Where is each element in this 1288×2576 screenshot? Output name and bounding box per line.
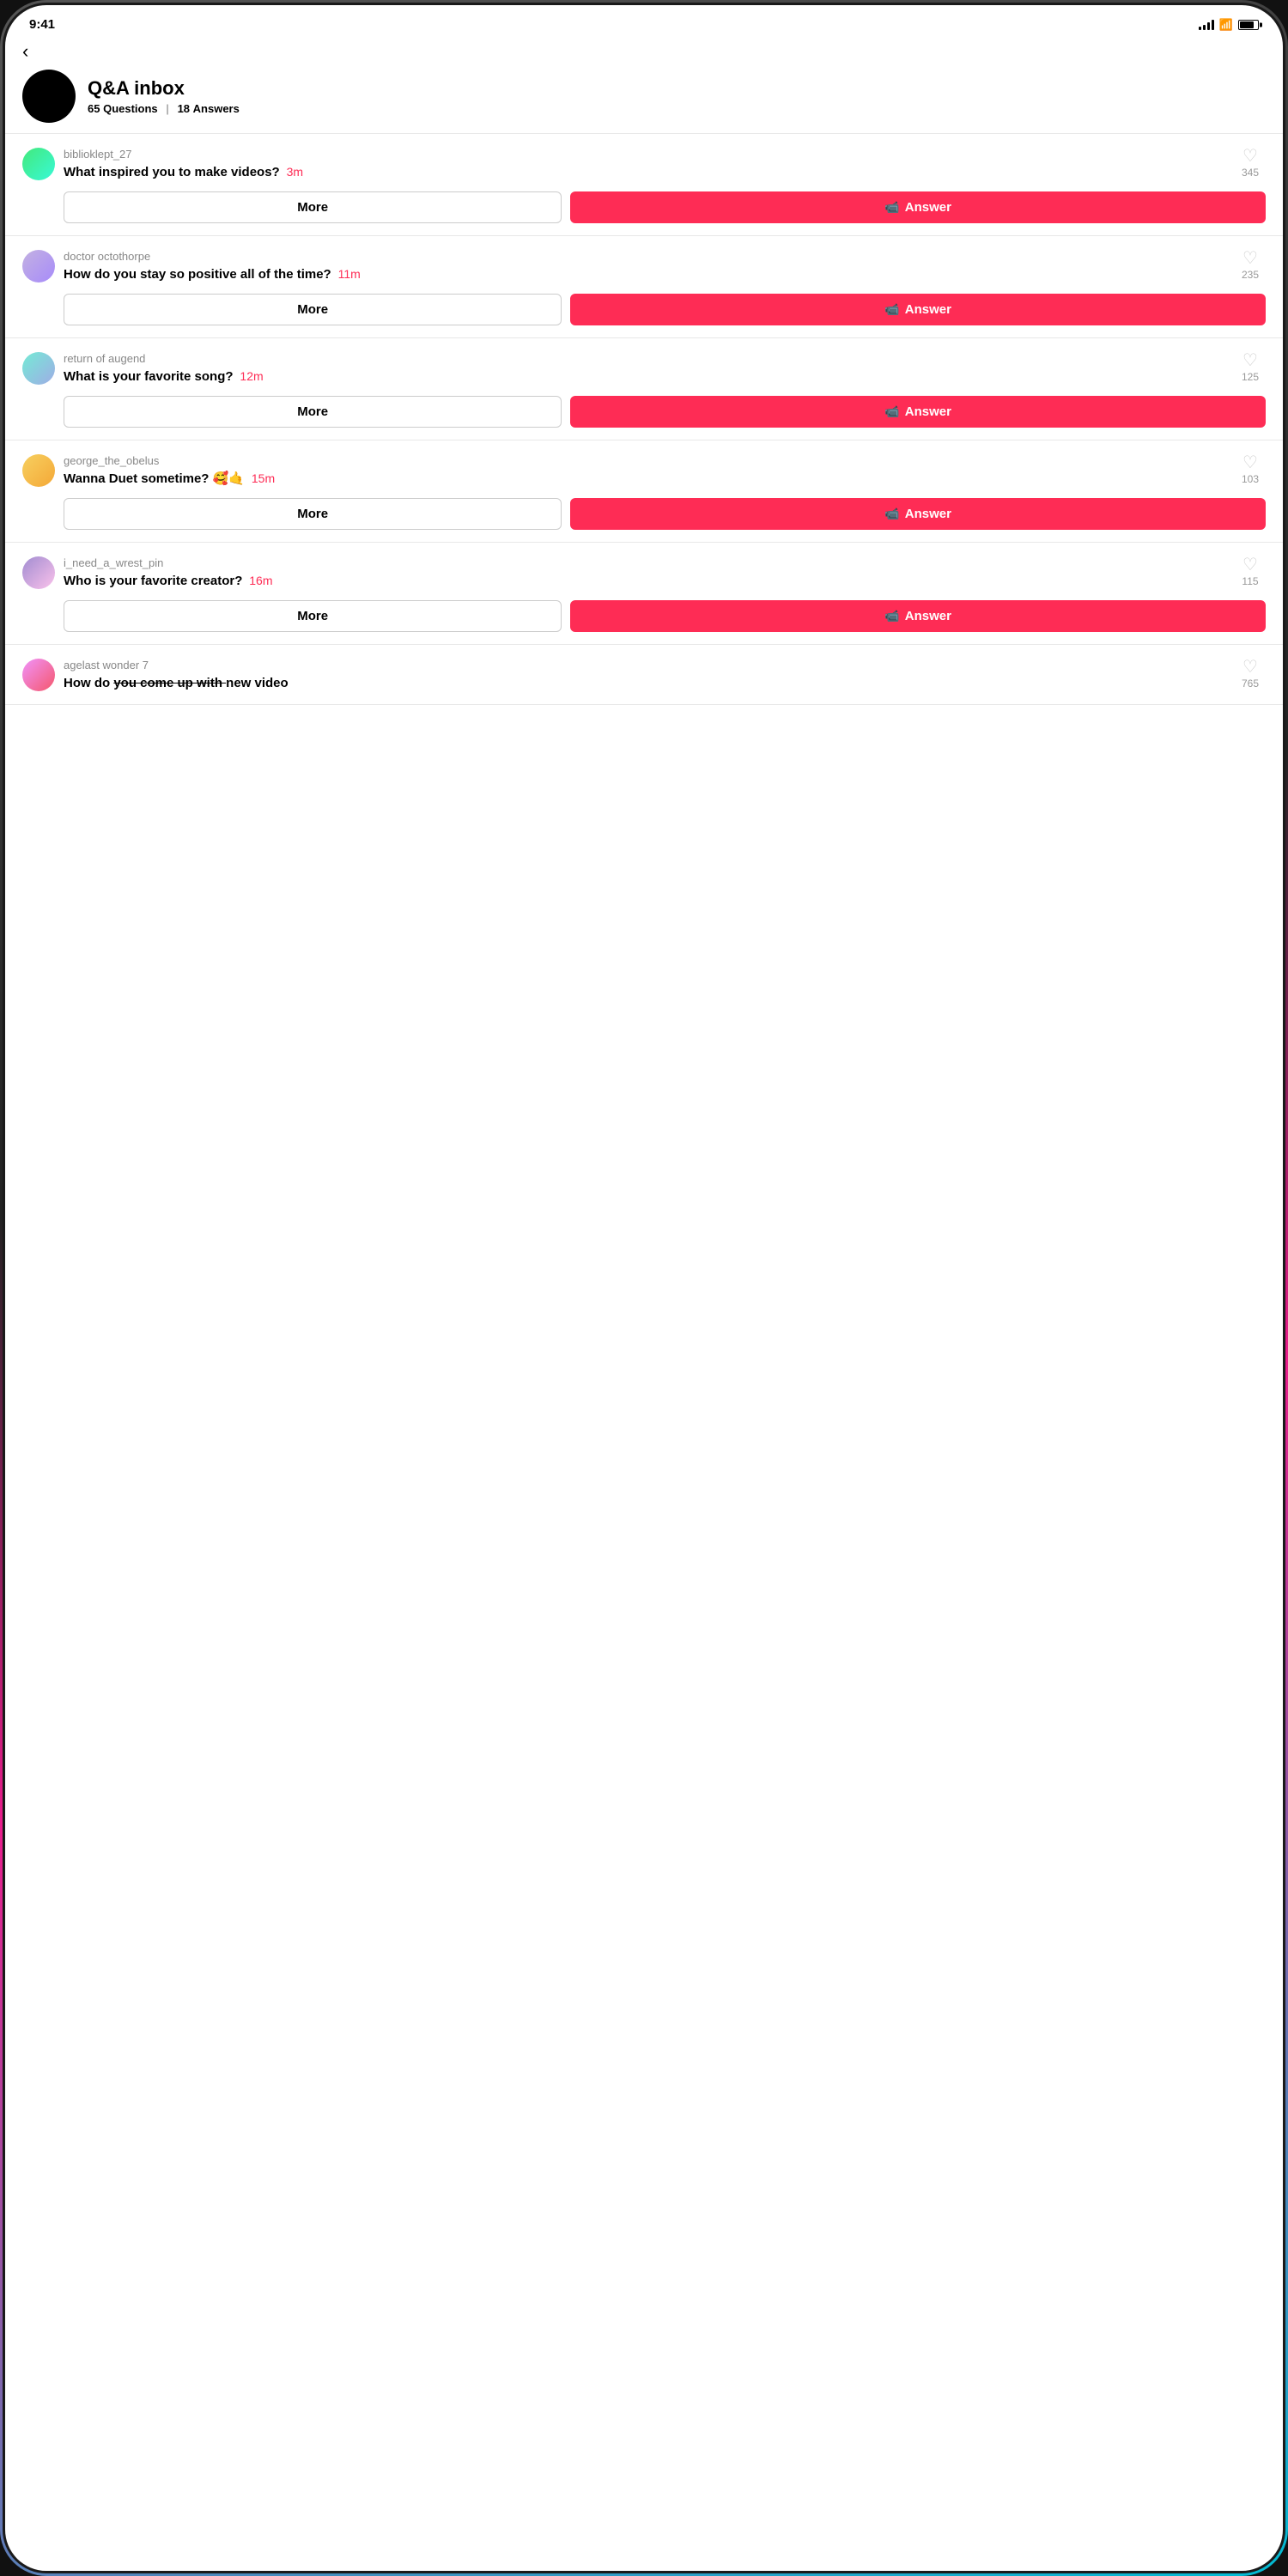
answer-button[interactable]: 📹 Answer	[570, 294, 1266, 325]
back-button[interactable]: ‹	[5, 35, 1283, 64]
username: agelast wonder 7	[64, 659, 1224, 671]
question-text: How do you stay so positive all of the t…	[64, 265, 1224, 283]
question-text: Who is your favorite creator? 16m	[64, 572, 1224, 590]
answer-button[interactable]: 📹 Answer	[570, 600, 1266, 632]
header-stats: 65 Questions | 18 Answers	[88, 102, 240, 115]
action-row: More 📹 Answer	[22, 600, 1266, 632]
more-button[interactable]: More	[64, 498, 562, 530]
like-count: 235	[1242, 269, 1259, 281]
heart-icon[interactable]: ♡	[1242, 556, 1258, 574]
action-row: More 📹 Answer	[22, 294, 1266, 325]
battery-icon	[1238, 20, 1259, 30]
user-avatar	[22, 556, 55, 589]
user-avatar	[22, 659, 55, 691]
more-button[interactable]: More	[64, 600, 562, 632]
user-avatar	[22, 148, 55, 180]
like-section[interactable]: ♡ 345	[1235, 148, 1266, 179]
question-item: doctor octothorpe How do you stay so pos…	[5, 236, 1283, 338]
page-header: Q&A inbox 65 Questions | 18 Answers	[5, 64, 1283, 133]
user-avatar	[22, 454, 55, 487]
heart-icon[interactable]: ♡	[1242, 352, 1258, 369]
like-section[interactable]: ♡ 235	[1235, 250, 1266, 281]
like-count: 125	[1242, 371, 1259, 383]
question-item: george_the_obelus Wanna Duet sometime? 🥰…	[5, 440, 1283, 543]
heart-icon[interactable]: ♡	[1242, 454, 1258, 471]
heart-icon[interactable]: ♡	[1242, 148, 1258, 165]
question-header: biblioklept_27 What inspired you to make…	[22, 148, 1266, 181]
action-row: More 📹 Answer	[22, 498, 1266, 530]
like-section[interactable]: ♡ 125	[1235, 352, 1266, 383]
question-item: return of augend What is your favorite s…	[5, 338, 1283, 440]
signal-icon	[1199, 20, 1214, 30]
page-title: Q&A inbox	[88, 77, 240, 100]
like-section[interactable]: ♡ 103	[1235, 454, 1266, 485]
question-header: george_the_obelus Wanna Duet sometime? 🥰…	[22, 454, 1266, 488]
question-text: Wanna Duet sometime? 🥰🤙 15m	[64, 470, 1224, 488]
username: i_need_a_wrest_pin	[64, 556, 1224, 569]
question-text: How do you come up with new video	[64, 674, 1224, 692]
question-header: doctor octothorpe How do you stay so pos…	[22, 250, 1266, 283]
heart-icon[interactable]: ♡	[1242, 250, 1258, 267]
username: return of augend	[64, 352, 1224, 365]
questions-count: 65	[88, 102, 100, 115]
user-avatar	[22, 352, 55, 385]
answer-button[interactable]: 📹 Answer	[570, 498, 1266, 530]
like-count: 345	[1242, 167, 1259, 179]
avatar	[22, 70, 76, 123]
camera-icon: 📹	[884, 200, 899, 215]
question-item: biblioklept_27 What inspired you to make…	[5, 134, 1283, 236]
like-count: 103	[1242, 473, 1259, 485]
user-avatar	[22, 250, 55, 283]
username: george_the_obelus	[64, 454, 1224, 467]
answers-count: 18	[178, 102, 190, 115]
answer-button[interactable]: 📹 Answer	[570, 191, 1266, 223]
question-header: return of augend What is your favorite s…	[22, 352, 1266, 386]
heart-icon[interactable]: ♡	[1242, 659, 1258, 676]
question-item: i_need_a_wrest_pin Who is your favorite …	[5, 543, 1283, 645]
username: doctor octothorpe	[64, 250, 1224, 263]
username: biblioklept_27	[64, 148, 1224, 161]
question-text: What is your favorite song? 12m	[64, 368, 1224, 386]
camera-icon: 📹	[884, 507, 899, 521]
camera-icon: 📹	[884, 404, 899, 419]
question-item: agelast wonder 7 How do you come up with…	[5, 645, 1283, 705]
camera-icon: 📹	[884, 302, 899, 317]
like-count: 765	[1242, 677, 1259, 690]
header-info: Q&A inbox 65 Questions | 18 Answers	[88, 77, 240, 115]
status-icons: 📶	[1199, 18, 1259, 32]
question-header: agelast wonder 7 How do you come up with…	[22, 659, 1266, 692]
like-section[interactable]: ♡ 765	[1235, 659, 1266, 690]
more-button[interactable]: More	[64, 294, 562, 325]
answer-button[interactable]: 📹 Answer	[570, 396, 1266, 428]
like-section[interactable]: ♡ 115	[1235, 556, 1266, 587]
like-count: 115	[1242, 575, 1258, 587]
questions-list: biblioklept_27 What inspired you to make…	[5, 134, 1283, 2571]
wifi-icon: 📶	[1219, 18, 1233, 32]
question-header: i_need_a_wrest_pin Who is your favorite …	[22, 556, 1266, 590]
status-time: 9:41	[29, 17, 55, 32]
camera-icon: 📹	[884, 609, 899, 623]
question-text: What inspired you to make videos? 3m	[64, 163, 1224, 181]
more-button[interactable]: More	[64, 396, 562, 428]
status-bar: 9:41 📶	[5, 5, 1283, 35]
more-button[interactable]: More	[64, 191, 562, 223]
action-row: More 📹 Answer	[22, 191, 1266, 223]
action-row: More 📹 Answer	[22, 396, 1266, 428]
